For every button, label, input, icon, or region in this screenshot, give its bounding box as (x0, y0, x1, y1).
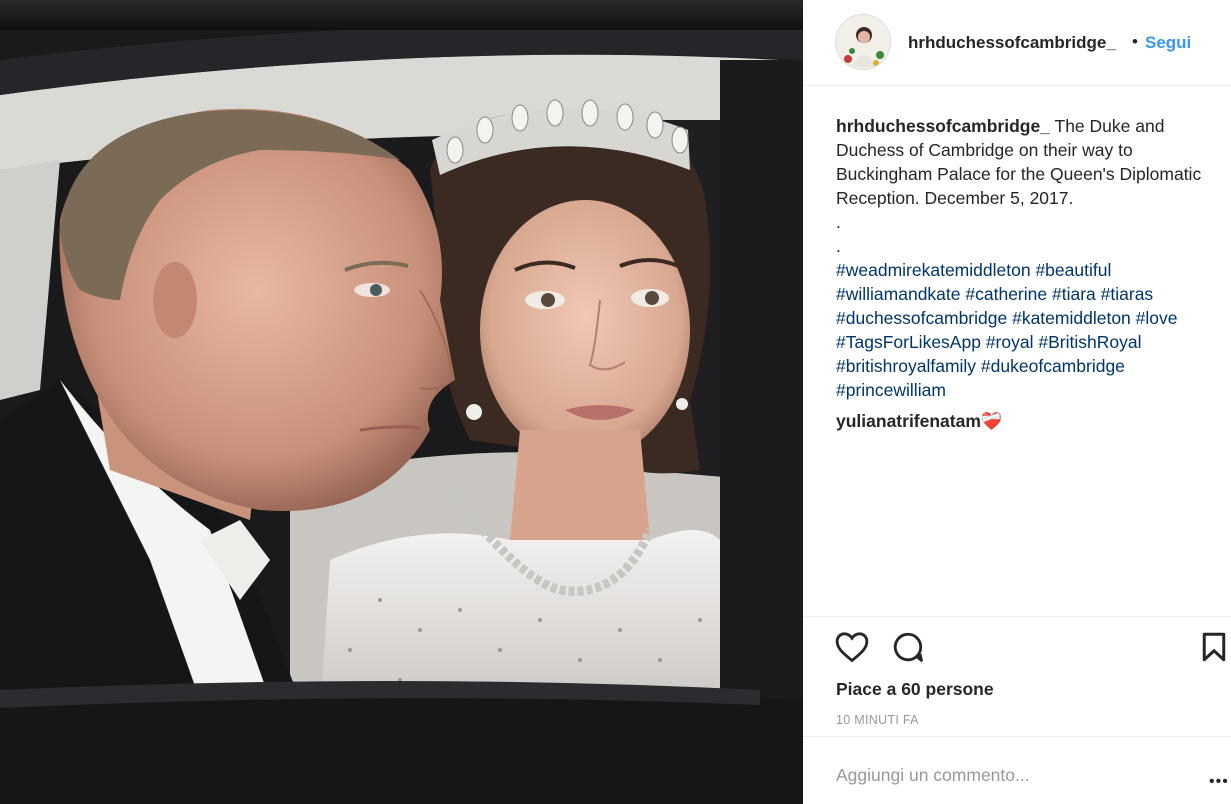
hashtag-link[interactable]: #royal (986, 332, 1034, 352)
hashtag-link[interactable]: #duchessofcambridge (836, 308, 1007, 328)
post-side-panel: hrhduchessofcambridge_ • Segui hrhduches… (803, 0, 1231, 804)
action-bar: Piace a 60 persone 10 MINUTI FA (803, 616, 1231, 736)
avatar[interactable] (835, 14, 891, 70)
caption-username[interactable]: hrhduchessofcambridge_ (836, 116, 1050, 136)
caption-dot-1: . (836, 212, 841, 232)
follow-button[interactable]: Segui (1145, 33, 1191, 53)
add-comment-bar: ••• (803, 736, 1231, 804)
hashtag-link[interactable]: #BritishRoyal (1038, 332, 1141, 352)
hashtag-link[interactable]: #williamandkate (836, 284, 961, 304)
speech-bubble-icon[interactable] (890, 630, 926, 666)
photo-illustration (0, 0, 803, 804)
hashtag-link[interactable]: #TagsForLikesApp (836, 332, 981, 352)
hashtag-link[interactable]: #britishroyalfamily (836, 356, 976, 376)
heart-icon[interactable] (834, 631, 870, 665)
hashtag-link[interactable]: #katemiddleton (1012, 308, 1131, 328)
hashtag-link[interactable]: #beautiful (1035, 260, 1111, 280)
likes-count[interactable]: Piace a 60 persone (836, 679, 994, 700)
comment-username[interactable]: yulianatrifenatam (836, 411, 981, 431)
post-header: hrhduchessofcambridge_ • Segui (803, 0, 1231, 86)
hashtag-link[interactable]: #catherine (965, 284, 1047, 304)
header-username[interactable]: hrhduchessofcambridge_ (908, 33, 1116, 53)
hashtag-link[interactable]: #dukeofcambridge (981, 356, 1125, 376)
hashtag-link[interactable]: #weadmirekatemiddleton (836, 260, 1031, 280)
bookmark-icon[interactable] (1201, 632, 1227, 664)
comment-input[interactable] (836, 762, 1176, 788)
post-photo[interactable] (0, 0, 803, 804)
hashtag-list: #weadmirekatemiddleton #beautiful #willi… (836, 258, 1224, 402)
hashtag-link[interactable]: #princewilliam (836, 380, 946, 400)
caption-dot-2: . (836, 236, 841, 256)
hashtag-link[interactable]: #love (1136, 308, 1178, 328)
post-timestamp[interactable]: 10 MINUTI FA (836, 713, 919, 727)
comment-text: ❤️‍🩹 (980, 411, 1003, 431)
separator-dot: • (1132, 32, 1138, 51)
more-options-icon[interactable]: ••• (1209, 773, 1229, 791)
caption: hrhduchessofcambridge_ The Duke and Duch… (836, 114, 1224, 402)
hashtag-link[interactable]: #tiaras (1101, 284, 1154, 304)
avatar-image (836, 15, 890, 69)
comment-item: yulianatrifenatam❤️‍🩹 (836, 409, 1003, 433)
hashtag-link[interactable]: #tiara (1052, 284, 1096, 304)
